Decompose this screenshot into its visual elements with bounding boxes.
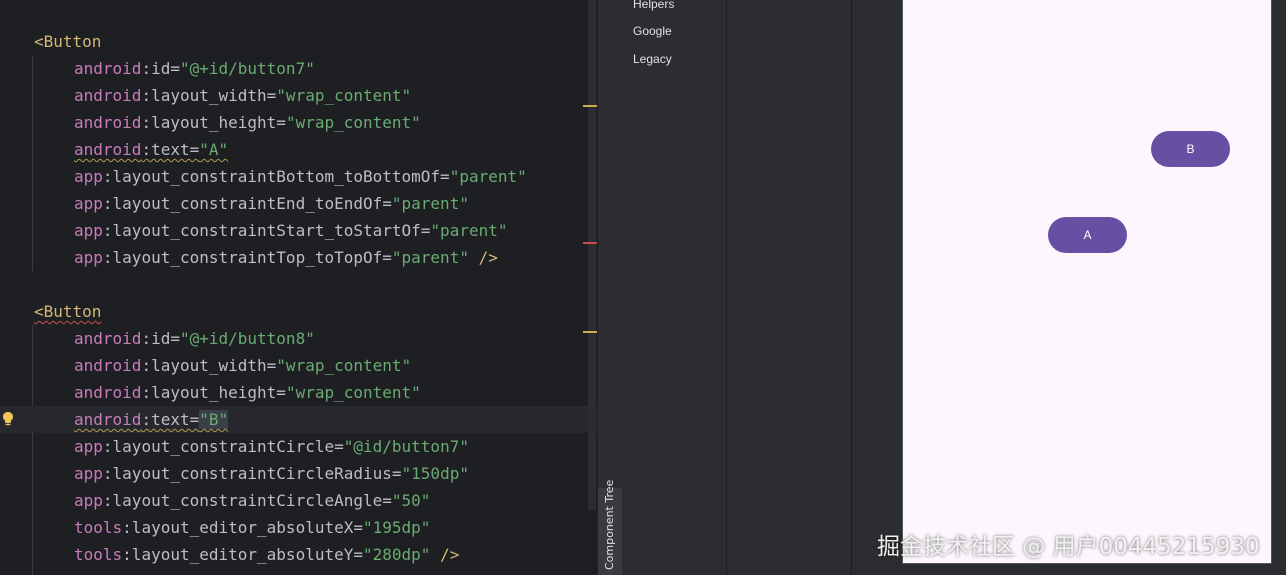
namespace: tools <box>74 545 123 564</box>
attribute-value: "@id/button7" <box>343 437 469 456</box>
namespace: tools <box>74 518 123 537</box>
namespace: app <box>74 221 103 240</box>
attribute-value: "195dp" <box>363 518 431 537</box>
warning-marker[interactable] <box>583 105 597 107</box>
attribute-value: "parent" <box>449 167 527 186</box>
attribute: :layout_constraintBottom_toBottomOf= <box>102 167 450 186</box>
code-line[interactable]: android:id="@+id/button8" <box>74 325 315 352</box>
namespace: app <box>74 491 103 510</box>
lightbulb-icon[interactable] <box>2 411 14 427</box>
palette-item-helpers[interactable]: Helpers <box>633 0 674 11</box>
code-line-button-tag-2[interactable]: <Button <box>34 298 101 325</box>
namespace: android <box>74 383 142 402</box>
attribute: :layout_width= <box>141 86 277 105</box>
attribute: :layout_height= <box>141 383 286 402</box>
namespace: app <box>74 167 103 186</box>
component-tree-label: Component Tree <box>603 479 616 570</box>
code-line[interactable]: app:layout_constraintCircleAngle="50" <box>74 487 430 514</box>
attribute-value: "B" <box>199 410 229 429</box>
namespace: app <box>74 464 103 483</box>
attribute-value: "parent" <box>391 248 469 267</box>
namespace: android <box>74 140 142 159</box>
palette-categories: Helpers Google Legacy <box>622 0 727 575</box>
attribute: :id= <box>141 59 180 78</box>
code-line[interactable]: app:layout_constraintStart_toStartOf="pa… <box>74 217 507 244</box>
editor-scrollbar[interactable] <box>588 0 596 510</box>
code-line[interactable]: android:layout_height="wrap_content" <box>74 379 421 406</box>
attribute: :layout_constraintStart_toStartOf= <box>102 221 431 240</box>
attribute-value: "wrap_content" <box>276 86 412 105</box>
attribute-value: "parent" <box>391 194 469 213</box>
attribute: :text= <box>141 140 200 159</box>
code-line-current[interactable]: android:text="B" <box>0 406 598 433</box>
code-line[interactable]: tools:layout_editor_absoluteY="280dp" /> <box>74 541 459 568</box>
namespace: app <box>74 248 103 267</box>
code-line[interactable]: tools:layout_editor_absoluteX="195dp" <box>74 514 430 541</box>
code-editor[interactable]: <Button android:id="@+id/button7" androi… <box>0 0 598 575</box>
code-line[interactable]: app:layout_constraintEnd_toEndOf="parent… <box>74 190 469 217</box>
palette-widgets <box>727 0 852 575</box>
attribute: :layout_constraintCircle= <box>102 437 344 456</box>
code-line[interactable]: android:layout_width="wrap_content" <box>74 352 411 379</box>
code-line[interactable]: app:layout_constraintTop_toTopOf="parent… <box>74 244 498 271</box>
code-line[interactable]: app:layout_constraintBottom_toBottomOf="… <box>74 163 527 190</box>
preview-button-b[interactable]: B <box>1151 131 1230 167</box>
code-line[interactable]: android:layout_width="wrap_content" <box>74 82 411 109</box>
attribute-value: "50" <box>391 491 431 510</box>
namespace: app <box>74 194 103 213</box>
device-preview[interactable]: B A <box>902 0 1272 564</box>
attribute-value: "parent" <box>430 221 508 240</box>
attribute: :layout_constraintEnd_toEndOf= <box>102 194 392 213</box>
attribute: :layout_constraintTop_toTopOf= <box>102 248 392 267</box>
namespace: android <box>74 356 142 375</box>
attribute-value: "wrap_content" <box>285 113 421 132</box>
attribute: :layout_constraintCircleRadius= <box>102 464 402 483</box>
namespace: android <box>74 59 142 78</box>
attribute: :layout_height= <box>141 113 286 132</box>
namespace: android <box>74 113 142 132</box>
code-line[interactable]: app:layout_constraintCircle="@id/button7… <box>74 433 469 460</box>
indent-guide <box>32 55 33 271</box>
attribute: :text= <box>141 410 200 429</box>
namespace: app <box>74 437 103 456</box>
attribute-value: "@+id/button8" <box>179 329 315 348</box>
code-line[interactable]: android:id="@+id/button7" <box>74 55 315 82</box>
attribute-value: "280dp" <box>363 545 431 564</box>
warning-marker[interactable] <box>583 331 597 333</box>
preview-button-a[interactable]: A <box>1048 217 1127 253</box>
attribute: :layout_editor_absoluteY= <box>122 545 363 564</box>
namespace: android <box>74 329 142 348</box>
attribute-value: "wrap_content" <box>276 356 412 375</box>
code-line-button-tag-1[interactable]: <Button <box>34 28 101 55</box>
namespace: android <box>74 410 142 429</box>
palette-item-legacy[interactable]: Legacy <box>633 52 672 66</box>
attribute-value: "@+id/button7" <box>179 59 315 78</box>
attribute: :layout_constraintCircleAngle= <box>102 491 392 510</box>
attribute-value: "150dp" <box>401 464 469 483</box>
code-line[interactable]: app:layout_constraintCircleRadius="150dp… <box>74 460 469 487</box>
watermark-text: 掘金技术社区 @ 用户00445215930 <box>877 534 1260 560</box>
attribute: :layout_width= <box>141 356 277 375</box>
indent-guide <box>32 325 33 575</box>
tag-close: /> <box>468 248 498 267</box>
attribute: :layout_editor_absoluteX= <box>122 518 363 537</box>
attribute-value: "A" <box>199 140 229 159</box>
error-marker[interactable] <box>583 242 597 244</box>
xml-tag: <Button <box>34 32 102 51</box>
attribute: :id= <box>141 329 180 348</box>
code-line[interactable]: android:layout_height="wrap_content" <box>74 109 421 136</box>
namespace: android <box>74 86 142 105</box>
palette-item-google[interactable]: Google <box>633 24 672 38</box>
code-line[interactable]: android:text="A" <box>74 136 228 163</box>
component-tree-tab[interactable]: Component Tree <box>598 480 622 575</box>
xml-tag: <Button <box>34 302 102 321</box>
tag-close: /> <box>430 545 460 564</box>
attribute-value: "wrap_content" <box>285 383 421 402</box>
